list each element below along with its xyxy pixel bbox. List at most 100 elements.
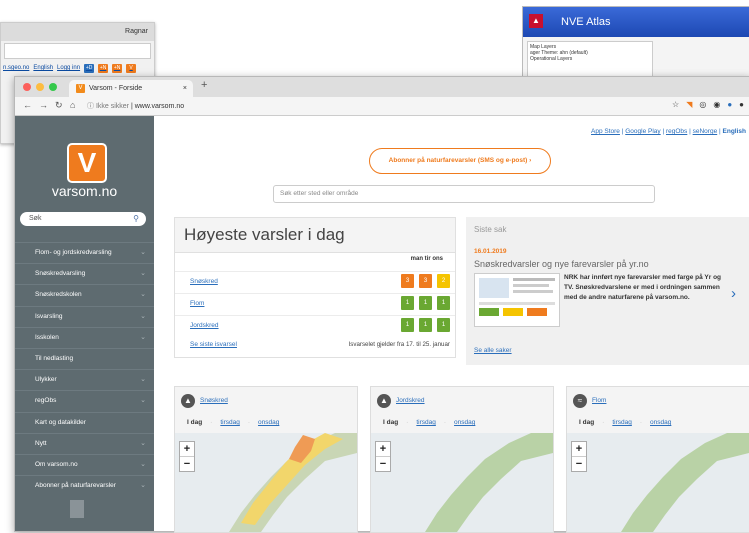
- tab-tuesday[interactable]: tirsdag: [220, 419, 240, 426]
- zoom-in-button[interactable]: +: [180, 442, 194, 456]
- warning-link-flom[interactable]: Flom: [190, 300, 204, 307]
- see-ice-warning-link[interactable]: Se siste isvarsel: [190, 341, 237, 348]
- sidebar-item[interactable]: Isvarsling ⌄: [15, 305, 154, 327]
- varsom-logo[interactable]: V: [67, 143, 107, 183]
- senorge-link[interactable]: seNorge: [693, 128, 718, 135]
- reload-icon[interactable]: ↻: [55, 100, 63, 111]
- chevron-down-icon[interactable]: ⌄: [140, 476, 146, 496]
- chevron-down-icon[interactable]: ⌄: [140, 434, 146, 454]
- tab-today[interactable]: I dag: [579, 419, 594, 426]
- url-value[interactable]: www.varsom.no: [135, 103, 184, 110]
- search-icon[interactable]: ⚲: [133, 212, 139, 226]
- sidebar-item[interactable]: Kart og datakilder: [15, 411, 154, 433]
- tab-today[interactable]: I dag: [187, 419, 202, 426]
- sidebar-item[interactable]: Snøskredvarsling ⌄: [15, 263, 154, 284]
- google-play-link[interactable]: Google Play: [625, 128, 660, 135]
- address-bar[interactable]: [4, 43, 151, 59]
- tab-tuesday[interactable]: tirsdag: [416, 419, 436, 426]
- next-news-icon[interactable]: ›: [731, 285, 736, 302]
- warning-level-badge[interactable]: 1: [401, 318, 414, 332]
- tab-close-icon[interactable]: ×: [183, 80, 187, 97]
- english-link[interactable]: English: [723, 128, 746, 135]
- warning-level-badge[interactable]: 3: [401, 274, 414, 288]
- sidebar-item[interactable]: Ulykker ⌄: [15, 369, 154, 390]
- see-all-news-link[interactable]: Se alle saker: [474, 347, 512, 354]
- sidebar-item[interactable]: Abonner på naturfarevarsler ⌄: [15, 475, 154, 496]
- zoom-out-button[interactable]: −: [572, 456, 586, 471]
- sidebar-item[interactable]: Flom- og jordskredvarsling ⌄: [15, 242, 154, 263]
- news-thumbnail[interactable]: [474, 273, 560, 327]
- app-store-link[interactable]: App Store: [591, 128, 620, 135]
- maximize-window-icon[interactable]: [49, 83, 57, 91]
- tab-wednesday[interactable]: onsdag: [454, 419, 475, 426]
- chevron-down-icon[interactable]: ⌄: [140, 264, 146, 284]
- tab-varsom[interactable]: V Varsom - Forside ×: [69, 80, 193, 97]
- location-search-input[interactable]: Søk etter sted eller område: [273, 185, 655, 203]
- extension-icon[interactable]: V: [126, 63, 137, 73]
- warning-link-snoskred[interactable]: Snøskred: [190, 278, 218, 285]
- chevron-down-icon[interactable]: ⌄: [140, 307, 146, 327]
- tab-wednesday[interactable]: onsdag: [258, 419, 279, 426]
- tab-wednesday[interactable]: onsdag: [650, 419, 671, 426]
- warning-map[interactable]: + −: [175, 433, 357, 532]
- regobs-link[interactable]: regObs: [666, 128, 687, 135]
- tab-today[interactable]: I dag: [383, 419, 398, 426]
- card-title-link[interactable]: Flom: [592, 397, 606, 404]
- chevron-down-icon[interactable]: ⌄: [140, 455, 146, 475]
- sidebar-item[interactable]: Snøskredskolen ⌄: [15, 284, 154, 305]
- rss-icon[interactable]: ◥: [686, 100, 692, 109]
- extension-icon[interactable]: +N: [98, 63, 109, 73]
- back-icon[interactable]: ←: [23, 100, 32, 110]
- chevron-down-icon[interactable]: ⌄: [140, 328, 146, 348]
- home-icon[interactable]: ⌂: [70, 100, 75, 110]
- address-bar[interactable]: ← → ↻ ⌂ ⓘ Ikke sikker | www.varsom.no ☆ …: [15, 97, 749, 116]
- bookmark-link[interactable]: English: [33, 65, 53, 71]
- info-icon[interactable]: ⓘ: [87, 103, 96, 110]
- zoom-out-button[interactable]: −: [376, 456, 390, 471]
- warning-map[interactable]: + −: [371, 433, 553, 532]
- warning-level-badge[interactable]: 1: [419, 318, 432, 332]
- sidebar-item-label: Ulykker: [35, 376, 57, 384]
- close-window-icon[interactable]: [23, 83, 31, 91]
- sidebar-item[interactable]: Til nedlasting: [15, 347, 154, 369]
- extension-icon[interactable]: +D: [84, 63, 95, 73]
- chevron-down-icon[interactable]: ⌄: [140, 285, 146, 305]
- sidebar-item[interactable]: Isskolen ⌄: [15, 326, 154, 348]
- new-tab-button[interactable]: +: [201, 79, 207, 91]
- bookmark-link[interactable]: Logg inn: [57, 65, 80, 71]
- extension-icon[interactable]: ◎: [699, 100, 706, 109]
- warning-level-badge[interactable]: 2: [437, 274, 450, 288]
- minimize-window-icon[interactable]: [36, 83, 44, 91]
- card-title-link[interactable]: Jordskred: [396, 397, 425, 404]
- warning-level-badge[interactable]: 1: [437, 318, 450, 332]
- sidebar-item[interactable]: regObs ⌄: [15, 390, 154, 411]
- chevron-down-icon[interactable]: ⌄: [140, 243, 146, 263]
- subscribe-button[interactable]: Abonner på naturfarevarsler (SMS og e-po…: [369, 148, 551, 174]
- warning-map[interactable]: + −: [567, 433, 749, 532]
- chevron-down-icon[interactable]: ⌄: [140, 391, 146, 411]
- warning-level-badge[interactable]: 1: [419, 296, 432, 310]
- news-title[interactable]: Snøskredvarsler og nye farevarsler på yr…: [474, 259, 649, 269]
- sidebar-search-input[interactable]: Søk ⚲: [20, 212, 146, 226]
- bookmark-star-icon[interactable]: ☆: [672, 100, 679, 109]
- sidebar-item[interactable]: Nytt ⌄: [15, 432, 154, 454]
- chevron-down-icon[interactable]: ⌄: [140, 370, 146, 390]
- card-title-link[interactable]: Snøskred: [200, 397, 228, 404]
- bookmark-link[interactable]: n.sgeo.no: [3, 65, 29, 71]
- zoom-in-button[interactable]: +: [572, 442, 586, 456]
- warning-level-badge[interactable]: 3: [419, 274, 432, 288]
- url-text[interactable]: ⓘ Ikke sikker | www.varsom.no: [87, 101, 184, 111]
- warning-link-jordskred[interactable]: Jordskred: [190, 322, 219, 329]
- sidebar-item[interactable]: Om varsom.no ⌄: [15, 453, 154, 475]
- extension-icon[interactable]: ◉: [713, 100, 720, 109]
- layers-item[interactable]: Operational Layers: [530, 56, 650, 62]
- warning-level-badge[interactable]: 1: [437, 296, 450, 310]
- profile-icon[interactable]: ●: [739, 100, 744, 109]
- extension-icon[interactable]: ●: [727, 100, 732, 109]
- zoom-in-button[interactable]: +: [376, 442, 390, 456]
- warning-level-badge[interactable]: 1: [401, 296, 414, 310]
- extension-icon[interactable]: +N: [112, 63, 123, 73]
- tab-tuesday[interactable]: tirsdag: [612, 419, 632, 426]
- zoom-out-button[interactable]: −: [180, 456, 194, 471]
- forward-icon[interactable]: →: [39, 100, 48, 110]
